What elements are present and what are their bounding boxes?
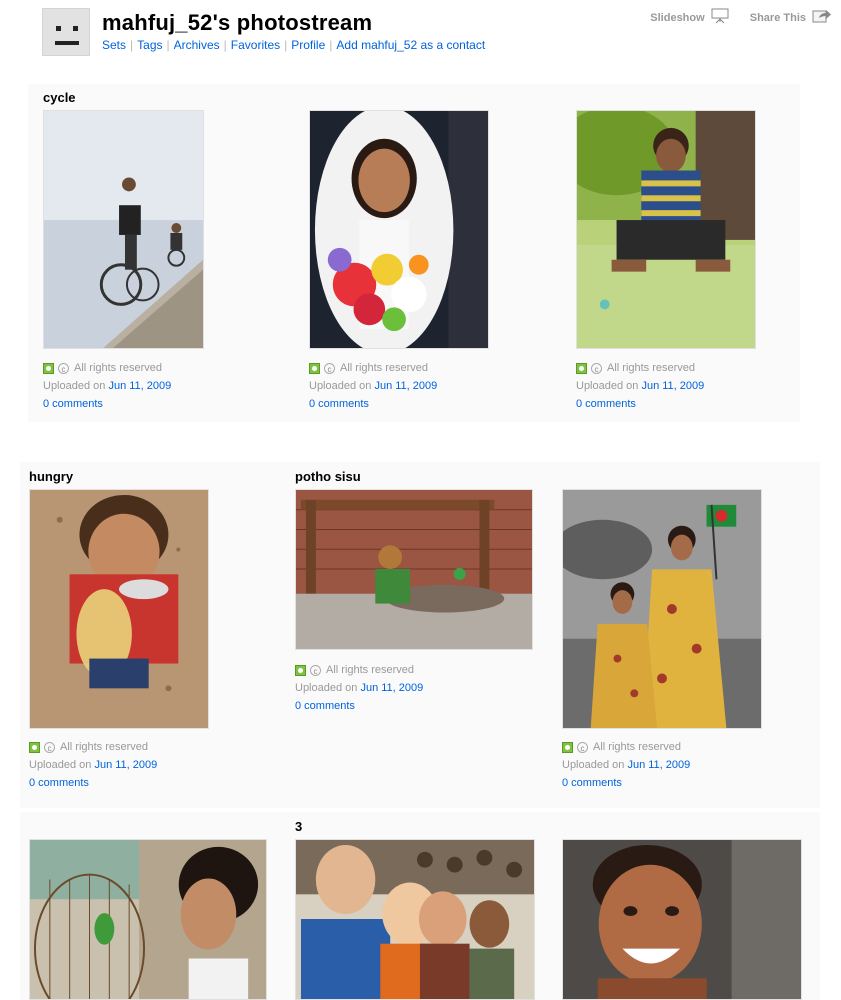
slideshow-label: Slideshow [650,11,705,24]
slideshow-icon [711,8,729,27]
photostream-header: mahfuj_52's photostream Sets | Tags | Archiv… [42,8,832,58]
photo-thumbnail[interactable] [43,110,204,349]
photo-thumbnail[interactable] [295,839,535,1000]
license-text: All rights reserved [607,362,696,374]
copyright-icon: c [58,362,69,374]
license-icon[interactable] [576,362,587,374]
uploaded-label: Uploaded on [295,682,358,694]
copyright-icon: c [310,664,321,676]
photostream-tools: Slideshow Share This [632,8,832,27]
comments-link[interactable]: 0 comments [562,774,622,792]
photo-thumbnail[interactable] [309,110,489,349]
license-icon[interactable] [29,741,40,753]
set-title[interactable]: hungry [29,469,73,484]
uploaded-label: Uploaded on [309,380,372,392]
comments-link[interactable]: 0 comments [29,774,89,792]
photo-meta: c All rights reserved Uploaded on Jun 11,… [562,738,690,792]
uploaded-date-link[interactable]: Jun 11, 2009 [641,377,704,395]
copyright-icon: c [577,741,588,753]
add-contact-link[interactable]: Add mahfuj_52 as a contact [336,38,485,52]
copyright-icon: c [591,362,602,374]
photo-thumbnail[interactable] [295,489,533,650]
uploaded-date-link[interactable]: Jun 11, 2009 [627,756,690,774]
uploaded-date-link[interactable]: Jun 11, 2009 [360,679,423,697]
photo-meta: c All rights reserved Uploaded on Jun 11,… [309,359,437,413]
set-title[interactable]: potho sisu [295,469,361,484]
nav-link-favorites[interactable]: Favorites [231,38,280,52]
license-icon[interactable] [309,362,320,374]
share-icon [812,8,832,27]
set-title[interactable]: cycle [43,90,76,105]
nav-link-archives[interactable]: Archives [174,38,220,52]
license-icon[interactable] [562,741,573,753]
photostream-nav: Sets | Tags | Archives | Favorites | Profile | Add… [102,38,486,52]
uploaded-label: Uploaded on [576,380,639,392]
photo-thumbnail[interactable] [29,839,267,1000]
license-text: All rights reserved [326,664,415,676]
nav-link-tags[interactable]: Tags [137,38,162,52]
set-title[interactable]: 3 [295,819,302,834]
photo-meta: c All rights reserved Uploaded on Jun 11,… [576,359,704,413]
uploaded-label: Uploaded on [29,759,92,771]
slideshow-button[interactable]: Slideshow [650,8,729,27]
page-title: mahfuj_52's photostream [102,10,373,35]
uploaded-label: Uploaded on [562,759,625,771]
copyright-icon: c [44,741,55,753]
photo-meta: c All rights reserved Uploaded on Jun 11,… [29,738,157,792]
photo-meta: c All rights reserved Uploaded on Jun 11,… [295,661,423,715]
uploaded-label: Uploaded on [43,380,106,392]
share-button[interactable]: Share This [750,8,832,27]
photo-thumbnail[interactable] [576,110,756,349]
comments-link[interactable]: 0 comments [309,395,369,413]
share-label: Share This [749,11,806,24]
photo-thumbnail[interactable] [29,489,209,729]
license-icon[interactable] [43,362,54,374]
license-text: All rights reserved [74,362,163,374]
photo-thumbnail[interactable] [562,489,762,729]
nav-link-profile[interactable]: Profile [291,38,325,52]
uploaded-date-link[interactable]: Jun 11, 2009 [108,377,171,395]
copyright-icon: c [324,362,335,374]
comments-link[interactable]: 0 comments [43,395,103,413]
photo-meta: c All rights reserved Uploaded on Jun 11,… [43,359,171,413]
license-text: All rights reserved [593,741,682,753]
comments-link[interactable]: 0 comments [295,697,355,715]
photo-thumbnail[interactable] [562,839,802,1000]
license-text: All rights reserved [340,362,429,374]
uploaded-date-link[interactable]: Jun 11, 2009 [94,756,157,774]
comments-link[interactable]: 0 comments [576,395,636,413]
buddy-icon[interactable] [42,8,90,56]
license-icon[interactable] [295,664,306,676]
nav-link-sets[interactable]: Sets [102,38,126,52]
uploaded-date-link[interactable]: Jun 11, 2009 [374,377,437,395]
license-text: All rights reserved [60,741,149,753]
